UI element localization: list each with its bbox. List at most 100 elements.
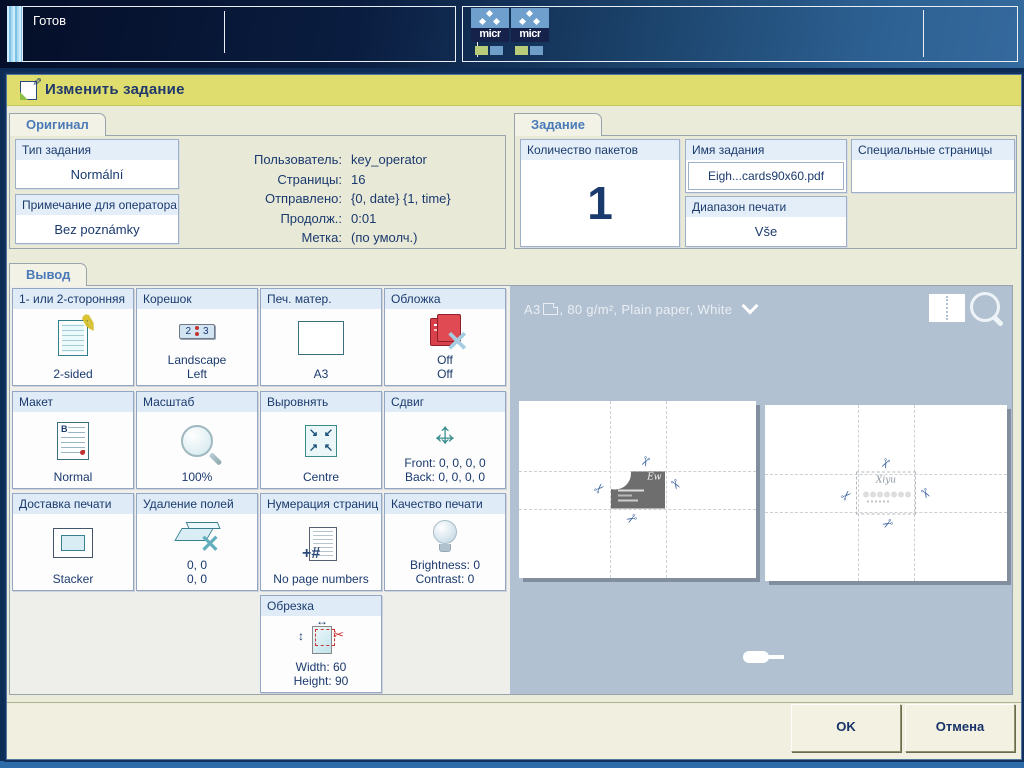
special-pages-field[interactable]: Специальные страницы [851, 139, 1015, 193]
trim-scissors-icon: ↔ ↕ ✂ [261, 614, 381, 660]
field-value: Vše [754, 224, 778, 239]
tray-status-blue [530, 46, 543, 55]
tile-value: Width: 60 Height: 90 [293, 660, 349, 688]
light-bulb-icon [385, 514, 505, 558]
tab-job[interactable]: Задание [514, 113, 602, 136]
field-value: Bez poznámky [54, 221, 140, 237]
edit-job-dialog: Изменить задание Оригинал Тип задания No… [4, 72, 1024, 762]
tile-label: Качество печати [385, 494, 505, 514]
job-info-list: Пользователь: key_operator Страницы: 16 … [190, 150, 451, 248]
tile-align[interactable]: Выровнять ↘ ↙ ↗ ↖ Centre [260, 391, 382, 489]
tab-original[interactable]: Оригинал [9, 113, 106, 136]
status-bar: Готов micr micr [0, 0, 1024, 68]
info-row: Отправлено: {0, date} {1, time} [264, 191, 451, 206]
tile-label: Обрезка [261, 596, 381, 616]
plug-icon [743, 651, 784, 663]
tile-value: Stacker [52, 572, 94, 586]
tile-value: 100% [181, 470, 213, 484]
preview-zoom-icon[interactable] [970, 292, 1000, 322]
section-original: Оригинал Тип задания Normální Примечание… [9, 113, 506, 249]
job-name-field[interactable]: Имя задания Eigh...cards90x60.pdf [685, 139, 847, 193]
tile-label: 1- или 2-сторонняя [13, 289, 133, 309]
tile-label: Обложка [385, 289, 505, 309]
field-label: Тип задания [16, 140, 178, 160]
magnifier-icon [137, 412, 257, 470]
stacker-tray-icon [13, 514, 133, 572]
statusbar-divider [224, 11, 225, 53]
statusbar-left-panel: Готов [22, 6, 456, 62]
info-row: Пользователь: key_operator [254, 152, 427, 167]
info-row: Продолж.: 0:01 [280, 210, 377, 226]
tile-value: 2-sided [53, 367, 93, 381]
info-row: Метка: (по умолч.) [301, 230, 418, 245]
layout-icon: B [13, 412, 133, 470]
print-preview-panel: A3, 80 g/m², Plain paper, White Ew ✂ ✂ ✂… [510, 286, 1012, 694]
media-icon [261, 309, 381, 367]
tile-label: Печ. матер. [261, 289, 381, 309]
binding-icon: 23 [137, 309, 257, 353]
tray-status-green [515, 46, 528, 55]
tile-scale[interactable]: Масштаб 100% [136, 391, 258, 489]
tile-margin-erase[interactable]: Удаление полей ✕ 0, 0 0, 0 [136, 493, 258, 591]
section-job: Задание Количество пакетов 1 Имя задания… [514, 113, 1017, 249]
field-value: Normální [70, 166, 124, 182]
shift-arrows-icon: ↔ ↕ [430, 417, 460, 450]
preview-sheet-front: Ew ✂ ✂ ✂ ✂ [519, 401, 756, 578]
copies-field[interactable]: Количество пакетов 1 [520, 139, 680, 247]
tile-label: Сдвиг [385, 392, 505, 412]
paper-orientation-icon [542, 303, 558, 315]
tile-page-numbers[interactable]: Нумерация страниц +# No page numbers [260, 493, 382, 591]
media-summary-dropdown[interactable]: A3, 80 g/m², Plain paper, White [524, 297, 759, 317]
field-label: Диапазон печати [686, 197, 846, 217]
scissors-icon: ✂ [622, 508, 640, 528]
tray-status-green [475, 46, 488, 55]
field-label: Специальные страницы [852, 140, 1014, 160]
tab-output[interactable]: Вывод [9, 263, 88, 286]
statusbar-stripes-icon [7, 6, 22, 62]
booklet-spread-icon[interactable] [929, 294, 965, 322]
tile-print-quality[interactable]: Качество печати Brightness: 0 Contrast: … [384, 493, 506, 591]
tile-media[interactable]: Печ. матер. A3 [260, 288, 382, 386]
micr-logo: micr [471, 8, 509, 42]
card-back-preview: Xiyu [856, 471, 916, 515]
tile-sidedness[interactable]: 1- или 2-сторонняя ✎ 2-sided [12, 288, 134, 386]
operator-note-field[interactable]: Примечание для оператора Bez poznámky [15, 194, 179, 244]
tile-delivery[interactable]: Доставка печати Stacker [12, 493, 134, 591]
tile-trim[interactable]: Обрезка ↔ ↕ ✂ Width: 60 Height: 90 [260, 595, 382, 693]
preview-sheet-back: Xiyu ✂ ✂ ✂ ✂ [765, 405, 1007, 581]
statusbar-divider [923, 10, 924, 57]
screen: Готов micr micr Изменить задание [0, 0, 1024, 768]
ok-button[interactable]: OK [791, 704, 901, 752]
printer-status-text: Готов [33, 13, 67, 28]
page-numbers-icon: +# [261, 514, 381, 572]
edit-job-icon [20, 81, 37, 100]
tile-value: 0, 0 0, 0 [186, 558, 207, 586]
info-row: Страницы: 16 [277, 171, 366, 187]
cancel-button[interactable]: Отмена [905, 704, 1015, 752]
field-label: Имя задания [686, 140, 846, 160]
tile-label: Доставка печати [13, 494, 133, 514]
scissors-icon: ✂ [878, 514, 896, 533]
tray-status-blue [490, 46, 503, 55]
tile-label: Нумерация страниц [261, 494, 381, 514]
tile-cover[interactable]: Обложка ✕ Off Off [384, 288, 506, 386]
scissors-icon: ✂ [876, 455, 895, 472]
tile-binding[interactable]: Корешок 23 Landscape Left [136, 288, 258, 386]
screen-bottom-edge [0, 761, 1024, 768]
scissors-icon: ✂ [837, 486, 856, 505]
scissors-icon: ✂ [916, 485, 935, 502]
tile-value: Front: 0, 0, 0, 0 Back: 0, 0, 0, 0 [404, 456, 486, 484]
field-label: Примечание для оператора [16, 195, 178, 215]
duplex-icon: ✎ [13, 309, 133, 367]
tile-value: No page numbers [273, 572, 369, 586]
tile-value: Brightness: 0 Contrast: 0 [409, 558, 481, 586]
tile-label: Масштаб [137, 392, 257, 412]
tile-label: Макет [13, 392, 133, 412]
tile-value: Landscape Left [167, 353, 227, 381]
chevron-down-icon[interactable] [741, 297, 759, 315]
scissors-icon: ✂ [635, 452, 655, 470]
job-type-field[interactable]: Тип задания Normální [15, 139, 179, 189]
print-range-field[interactable]: Диапазон печати Vše [685, 196, 847, 247]
tile-shift[interactable]: Сдвиг ↔ ↕ Front: 0, 0, 0, 0 Back: 0, 0, 0… [384, 391, 506, 489]
tile-layout[interactable]: Макет B Normal [12, 391, 134, 489]
